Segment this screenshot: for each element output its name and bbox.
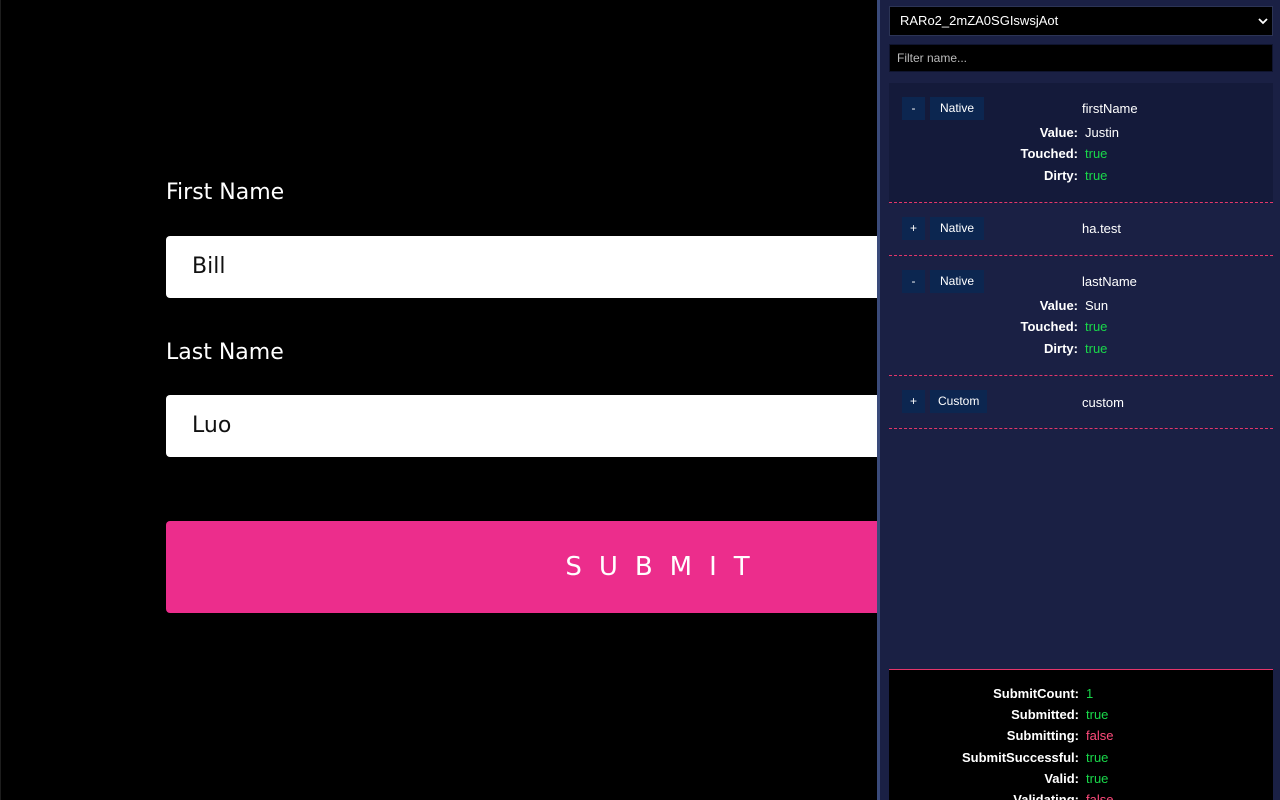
summary-key: Submitting:	[1006, 728, 1079, 743]
summary-row: SubmitCount: 1	[889, 686, 1273, 704]
touched-key: Touched:	[1020, 146, 1078, 161]
filter-name-input[interactable]: Filter name...	[889, 44, 1273, 72]
summary-val: true	[1086, 771, 1109, 786]
field-item-ha-test: + Native ha.test	[889, 203, 1273, 256]
field-name: lastName	[1082, 274, 1137, 289]
devtool-panel: RARo2_2mZA0SGIswsjAot Filter name... - N…	[877, 0, 1280, 800]
summary-key: Submitted:	[1011, 707, 1079, 722]
dirty-key: Dirty:	[1044, 341, 1078, 356]
field-name: custom	[1082, 395, 1124, 410]
summary-row: Submitting: false	[889, 728, 1273, 746]
touched-key: Touched:	[1020, 319, 1078, 334]
summary-row: SubmitSuccessful: true	[889, 750, 1273, 768]
summary-row: Submitted: true	[889, 707, 1273, 725]
field-type-badge[interactable]: Custom	[930, 390, 988, 413]
app-form: First Name Bill Last Name Luo SUBMIT	[0, 0, 1106, 800]
chevron-down-icon	[1258, 18, 1268, 25]
summary-key: SubmitSuccessful:	[961, 750, 1079, 765]
summary-val: true	[1086, 707, 1109, 722]
form-state-summary: SubmitCount: 1 Submitted: true Submittin…	[889, 669, 1273, 800]
touched-val: true	[1085, 319, 1108, 334]
summary-row: Validating: false	[889, 792, 1273, 800]
expand-toggle-button[interactable]: +	[902, 217, 925, 240]
summary-key: Valid:	[1044, 771, 1079, 786]
summary-key: SubmitCount:	[993, 686, 1079, 701]
value-val: Justin	[1085, 125, 1119, 140]
last-name-input[interactable]: Luo	[166, 395, 926, 457]
summary-val: false	[1086, 792, 1114, 800]
value-key: Value:	[1039, 298, 1078, 313]
field-type-badge[interactable]: Native	[930, 270, 985, 293]
form-id-value: RARo2_2mZA0SGIswsjAot	[900, 13, 1059, 28]
last-name-label: Last Name	[166, 340, 284, 365]
field-type-badge[interactable]: Native	[930, 97, 985, 120]
touched-val: true	[1085, 146, 1108, 161]
collapse-toggle-button[interactable]: -	[902, 97, 925, 120]
dirty-key: Dirty:	[1044, 168, 1078, 183]
summary-val: true	[1086, 750, 1109, 765]
submit-button-label: SUBMIT	[565, 552, 767, 582]
field-name: firstName	[1082, 101, 1138, 116]
field-type-badge[interactable]: Native	[930, 217, 985, 240]
value-val: Sun	[1085, 298, 1109, 313]
dirty-val: true	[1085, 168, 1108, 183]
summary-val: 1	[1086, 686, 1094, 701]
summary-val: false	[1086, 728, 1114, 743]
first-name-input[interactable]: Bill	[166, 236, 926, 298]
summary-key: Validating:	[1013, 792, 1079, 800]
dirty-val: true	[1085, 341, 1108, 356]
collapse-toggle-button[interactable]: -	[902, 270, 925, 293]
expand-toggle-button[interactable]: +	[902, 390, 925, 413]
first-name-label: First Name	[166, 180, 285, 205]
field-item-lastname: - Native lastName Value: Sun Touched: tr…	[889, 256, 1273, 376]
summary-row: Valid: true	[889, 771, 1273, 789]
field-name: ha.test	[1082, 221, 1122, 236]
field-item-firstname: - Native firstName Value: Justin Touched…	[889, 83, 1273, 203]
field-item-custom: + Custom custom	[889, 376, 1273, 429]
value-key: Value:	[1039, 125, 1078, 140]
form-id-select[interactable]: RARo2_2mZA0SGIswsjAot	[889, 6, 1273, 36]
